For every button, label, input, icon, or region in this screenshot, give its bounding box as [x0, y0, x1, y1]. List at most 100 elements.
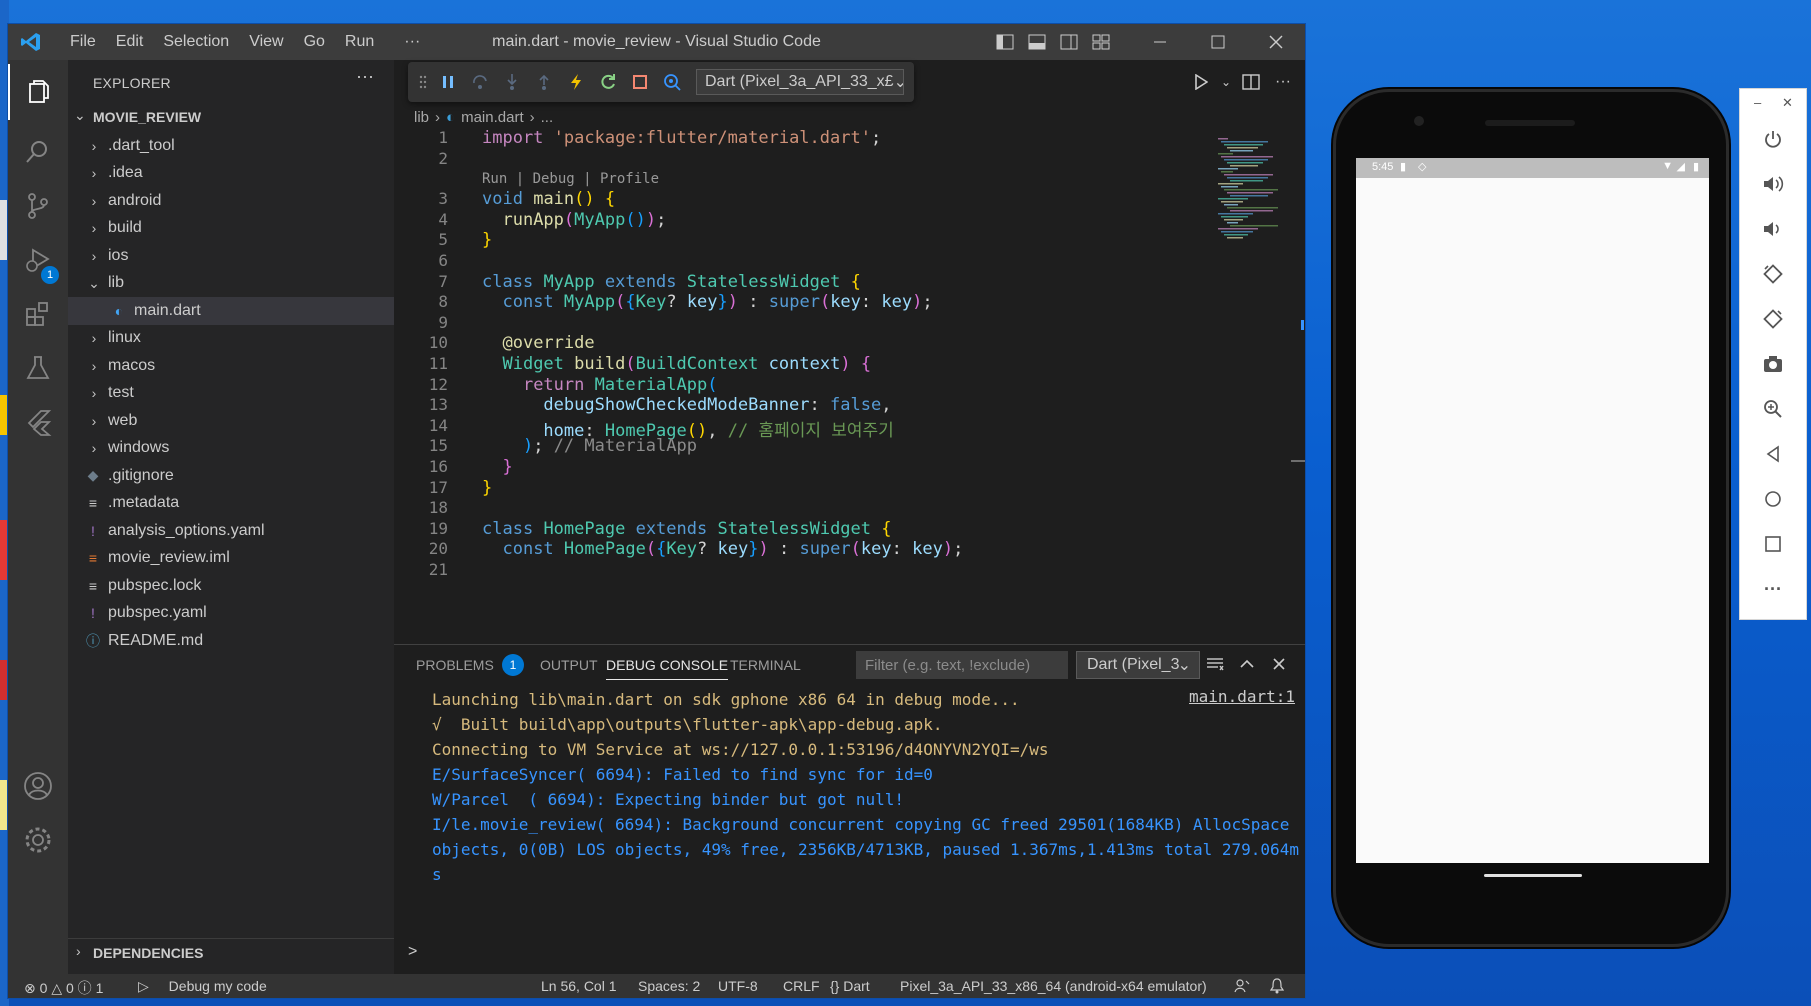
toggle-secondary-sidebar-icon[interactable]	[1053, 24, 1085, 60]
testing-icon[interactable]	[8, 340, 68, 396]
line-ending[interactable]: CRLF	[783, 978, 820, 994]
menu-go[interactable]: Go	[294, 33, 335, 51]
menu-more[interactable]: ···	[394, 33, 430, 51]
close-button[interactable]	[1247, 24, 1305, 60]
folder-item[interactable]: › web	[68, 407, 394, 435]
menu-view[interactable]: View	[239, 33, 293, 51]
file-item[interactable]: ≡ .metadata	[68, 490, 394, 518]
folder-item[interactable]: › macos	[68, 352, 394, 380]
folder-item[interactable]: › ios	[68, 242, 394, 270]
gesture-home-bar[interactable]	[1484, 874, 1582, 877]
file-item[interactable]: ◐ main.dart	[68, 297, 394, 325]
run-icon[interactable]	[1185, 64, 1217, 100]
pause-icon[interactable]	[432, 66, 464, 98]
drag-handle-icon[interactable]	[414, 66, 432, 98]
file-item[interactable]: ≡ movie_review.iml	[68, 545, 394, 573]
maximize-panel-chevron-up-icon[interactable]	[1231, 649, 1263, 679]
folder-item[interactable]: › .dart_tool	[68, 132, 394, 160]
menu-edit[interactable]: Edit	[106, 33, 154, 51]
breadcrumb-folder[interactable]: lib	[414, 109, 429, 126]
tab-output[interactable]: OUTPUT	[540, 657, 598, 673]
restart-icon[interactable]	[592, 66, 624, 98]
explorer-icon[interactable]	[8, 64, 68, 120]
run-and-debug-icon[interactable]: 1	[8, 232, 68, 288]
more-options-icon[interactable]: ···	[1740, 567, 1806, 611]
codelens-run-debug-profile[interactable]: Run | Debug | Profile	[482, 171, 659, 187]
close-panel-icon[interactable]	[1263, 649, 1295, 679]
emulator-screen[interactable]: 5:45 ▮ ◇ ▼ ◢ ▮	[1356, 158, 1709, 863]
cursor-position[interactable]: Ln 56, Col 1	[541, 978, 617, 994]
encoding[interactable]: UTF-8	[718, 978, 758, 994]
file-item[interactable]: ⓘ README.md	[68, 627, 394, 655]
dependencies-section[interactable]: › DEPENDENCIES	[68, 938, 394, 965]
flutter-icon[interactable]	[8, 394, 68, 450]
folder-item[interactable]: › windows	[68, 435, 394, 463]
file-item[interactable]: ! pubspec.yaml	[68, 600, 394, 628]
debug-device-select[interactable]: Dart (Pixel_3a_API_33_x£⌄	[696, 69, 904, 95]
folder-item[interactable]: › build	[68, 215, 394, 243]
source-control-icon[interactable]	[8, 178, 68, 234]
folder-item[interactable]: ⌄ lib	[68, 270, 394, 298]
maximize-button[interactable]	[1189, 24, 1247, 60]
emulator-close-icon[interactable]: ✕	[1782, 95, 1793, 111]
volume-up-icon[interactable]	[1740, 162, 1806, 206]
stop-icon[interactable]	[624, 66, 656, 98]
folder-item[interactable]: › .idea	[68, 160, 394, 188]
project-folder-header[interactable]: ⌄ MOVIE_REVIEW	[68, 104, 394, 130]
file-item[interactable]: ≡ pubspec.lock	[68, 572, 394, 600]
rotate-left-icon[interactable]	[1740, 252, 1806, 296]
menu-selection[interactable]: Selection	[153, 33, 239, 51]
back-triangle-icon[interactable]	[1740, 432, 1806, 476]
step-over-icon[interactable]	[464, 66, 496, 98]
tab-debug-console[interactable]: DEBUG CONSOLE	[606, 657, 729, 680]
device-status[interactable]: Pixel_3a_API_33_x86_64 (android-x64 emul…	[900, 978, 1207, 994]
indentation[interactable]: Spaces: 2	[638, 978, 700, 994]
volume-down-icon[interactable]	[1740, 207, 1806, 251]
minimap[interactable]	[1218, 138, 1288, 248]
rotate-right-icon[interactable]	[1740, 297, 1806, 341]
search-icon[interactable]	[8, 124, 68, 180]
split-editor-icon[interactable]	[1235, 64, 1267, 100]
run-dropdown-chevron-icon[interactable]: ⌄	[1217, 64, 1235, 100]
folder-item[interactable]: › linux	[68, 325, 394, 353]
console-source-link[interactable]: main.dart:1	[1189, 687, 1295, 706]
customize-layout-icon[interactable]	[1085, 24, 1117, 60]
clear-console-icon[interactable]	[1199, 649, 1231, 679]
debug-status[interactable]: ▷ Debug my code	[138, 978, 267, 995]
dart-devtools-search-icon[interactable]	[656, 66, 688, 98]
console-session-select[interactable]: Dart (Pixel_3 ⌄	[1076, 651, 1200, 679]
feedback-icon[interactable]	[1234, 978, 1250, 997]
console-filter-input[interactable]	[856, 651, 1068, 679]
notifications-bell-icon[interactable]	[1269, 978, 1285, 997]
folder-item[interactable]: › android	[68, 187, 394, 215]
tab-terminal[interactable]: TERMINAL	[730, 657, 801, 673]
settings-gear-icon[interactable]	[8, 812, 68, 868]
breadcrumb-more[interactable]: ...	[541, 109, 554, 126]
console-input-prompt[interactable]: >	[408, 943, 417, 961]
toggle-panel-icon[interactable]	[1021, 24, 1053, 60]
tab-problems[interactable]: PROBLEMS	[416, 657, 494, 673]
editor-more-icon[interactable]: ···	[1267, 64, 1299, 100]
camera-screenshot-icon[interactable]	[1740, 342, 1806, 386]
power-icon[interactable]	[1740, 117, 1806, 161]
step-into-icon[interactable]	[496, 66, 528, 98]
toggle-primary-sidebar-icon[interactable]	[989, 24, 1021, 60]
minimize-button[interactable]	[1131, 24, 1189, 60]
language-mode[interactable]: {} Dart	[830, 978, 870, 994]
extensions-icon[interactable]	[8, 286, 68, 342]
menu-file[interactable]: File	[60, 33, 106, 51]
file-item[interactable]: ! analysis_options.yaml	[68, 517, 394, 545]
hot-reload-lightning-icon[interactable]	[560, 66, 592, 98]
step-out-icon[interactable]	[528, 66, 560, 98]
folder-item[interactable]: › test	[68, 380, 394, 408]
overview-square-icon[interactable]	[1740, 522, 1806, 566]
menu-run[interactable]: Run	[335, 33, 384, 51]
home-circle-icon[interactable]	[1740, 477, 1806, 521]
breadcrumb-file[interactable]: main.dart	[461, 109, 524, 126]
emulator-minimize-icon[interactable]: –	[1754, 95, 1761, 110]
zoom-icon[interactable]	[1740, 387, 1806, 431]
explorer-more-actions[interactable]: ···	[356, 66, 374, 87]
accounts-icon[interactable]	[8, 758, 68, 814]
file-item[interactable]: ◆ .gitignore	[68, 462, 394, 490]
editor-scrollbar[interactable]	[1291, 104, 1305, 644]
